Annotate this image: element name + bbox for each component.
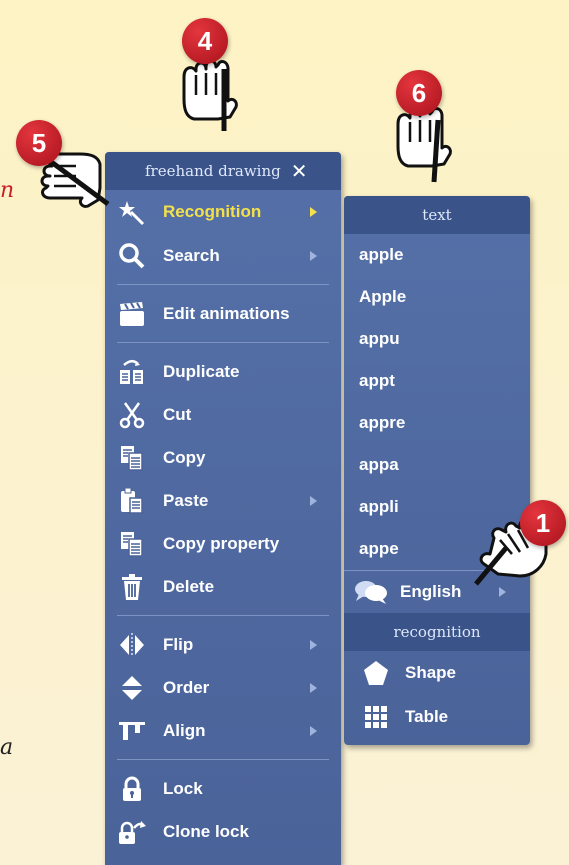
candidate-label: apple xyxy=(359,245,404,264)
recognition-item-label: Shape xyxy=(405,663,457,682)
candidate-label: appa xyxy=(359,455,399,474)
menu-item-label: Search xyxy=(163,245,220,265)
callout-badge: 6 xyxy=(396,70,442,116)
recognition-item-table[interactable]: Table xyxy=(344,695,530,739)
submenu-arrow-icon xyxy=(310,495,317,506)
menu-item-search[interactable]: Search xyxy=(105,234,341,277)
close-icon[interactable]: ✕ xyxy=(291,159,308,183)
copy-icon xyxy=(117,443,147,473)
candidate-label: Apple xyxy=(359,287,407,306)
submenu-recognition-header: recognition xyxy=(344,613,530,651)
menu-item-flip[interactable]: Flip xyxy=(105,623,341,666)
submenu-arrow-icon xyxy=(310,250,317,261)
submenu-recognition-header-label: recognition xyxy=(393,623,481,641)
context-menu-title: freehand drawing xyxy=(145,162,281,180)
align-icon xyxy=(117,716,147,746)
clapperboard-icon xyxy=(117,299,147,329)
menu-item-label: Paste xyxy=(163,490,209,510)
speech-bubbles-icon xyxy=(354,579,388,605)
callout-badge: 5 xyxy=(16,120,62,166)
paste-icon xyxy=(117,486,147,516)
menu-item-label: Clone lock xyxy=(163,821,249,841)
menu-item-label: Lock xyxy=(163,778,203,798)
menu-separator xyxy=(117,284,329,285)
menu-item-delete[interactable]: Delete xyxy=(105,565,341,608)
menu-item-label: Duplicate xyxy=(163,361,240,381)
candidate-item[interactable]: appre xyxy=(344,402,530,444)
menu-item-label: Copy property xyxy=(163,533,280,553)
menu-separator xyxy=(117,342,329,343)
recognition-submenu: text apple Apple appu appt appre appa ap… xyxy=(344,196,530,745)
submenu-text-header-label: text xyxy=(422,206,452,224)
menu-item-label: Copy xyxy=(163,447,206,467)
menu-item-lock[interactable]: Lock xyxy=(105,767,341,810)
context-menu: freehand drawing ✕ Recognition Search Ed… xyxy=(105,152,341,865)
flip-icon xyxy=(117,630,147,660)
submenu-text-header: text xyxy=(344,196,530,234)
candidate-item[interactable]: appa xyxy=(344,444,530,486)
recognition-item-shape[interactable]: Shape xyxy=(344,651,530,695)
candidate-label: appe xyxy=(359,539,399,558)
menu-item-clone-lock[interactable]: Clone lock xyxy=(105,810,341,853)
duplicate-icon xyxy=(117,357,147,387)
menu-item-align[interactable]: Align xyxy=(105,709,341,752)
callout-badge: 4 xyxy=(182,18,228,64)
pointing-hand-icon xyxy=(182,59,238,131)
magnifier-icon xyxy=(117,241,147,271)
submenu-arrow-icon xyxy=(310,725,317,736)
language-label: English xyxy=(400,582,462,601)
lock-icon xyxy=(117,774,147,804)
callout-badge: 1 xyxy=(520,500,566,546)
menu-item-cut[interactable]: Cut xyxy=(105,393,341,436)
trash-icon xyxy=(117,572,147,602)
menu-item-duplicate[interactable]: Duplicate xyxy=(105,350,341,393)
candidate-item[interactable]: appt xyxy=(344,360,530,402)
menu-item-copy[interactable]: Copy xyxy=(105,436,341,479)
menu-item-label: Align xyxy=(163,720,206,740)
menu-separator xyxy=(117,615,329,616)
edge-text-top: n xyxy=(0,178,15,203)
candidate-item[interactable]: appu xyxy=(344,318,530,360)
menu-item-label: Recognition xyxy=(163,202,262,221)
menu-item-label: Flip xyxy=(163,634,194,654)
candidate-label: appre xyxy=(359,413,406,432)
candidate-label: appt xyxy=(359,371,395,390)
menu-item-paste[interactable]: Paste xyxy=(105,479,341,522)
menu-item-order[interactable]: Order xyxy=(105,666,341,709)
context-menu-header: freehand drawing ✕ xyxy=(105,152,341,190)
copy-property-icon xyxy=(117,529,147,559)
grid-icon xyxy=(359,705,393,729)
candidate-label: appu xyxy=(359,329,400,348)
menu-item-label: Edit animations xyxy=(163,303,290,323)
candidate-item[interactable]: Apple xyxy=(344,276,530,318)
magic-wand-icon xyxy=(117,197,147,227)
menu-item-recognition[interactable]: Recognition xyxy=(105,190,341,234)
submenu-arrow-icon xyxy=(310,639,317,650)
recognition-item-label: Table xyxy=(405,707,449,726)
menu-separator xyxy=(117,759,329,760)
menu-item-copy-property[interactable]: Copy property xyxy=(105,522,341,565)
scissors-icon xyxy=(117,400,147,430)
menu-item-edit-animations[interactable]: Edit animations xyxy=(105,292,341,335)
submenu-arrow-icon xyxy=(499,587,506,597)
candidate-label: appli xyxy=(359,497,399,516)
submenu-arrow-icon xyxy=(310,682,317,693)
order-icon xyxy=(117,673,147,703)
pentagon-icon xyxy=(359,660,393,686)
menu-item-label: Order xyxy=(163,677,210,697)
candidate-item[interactable]: apple xyxy=(344,234,530,276)
clone-lock-icon xyxy=(117,817,147,847)
menu-item-label: Cut xyxy=(163,404,192,424)
submenu-arrow-icon xyxy=(310,207,317,217)
edge-text-bottom: a xyxy=(0,735,14,760)
menu-item-label: Delete xyxy=(163,576,215,596)
